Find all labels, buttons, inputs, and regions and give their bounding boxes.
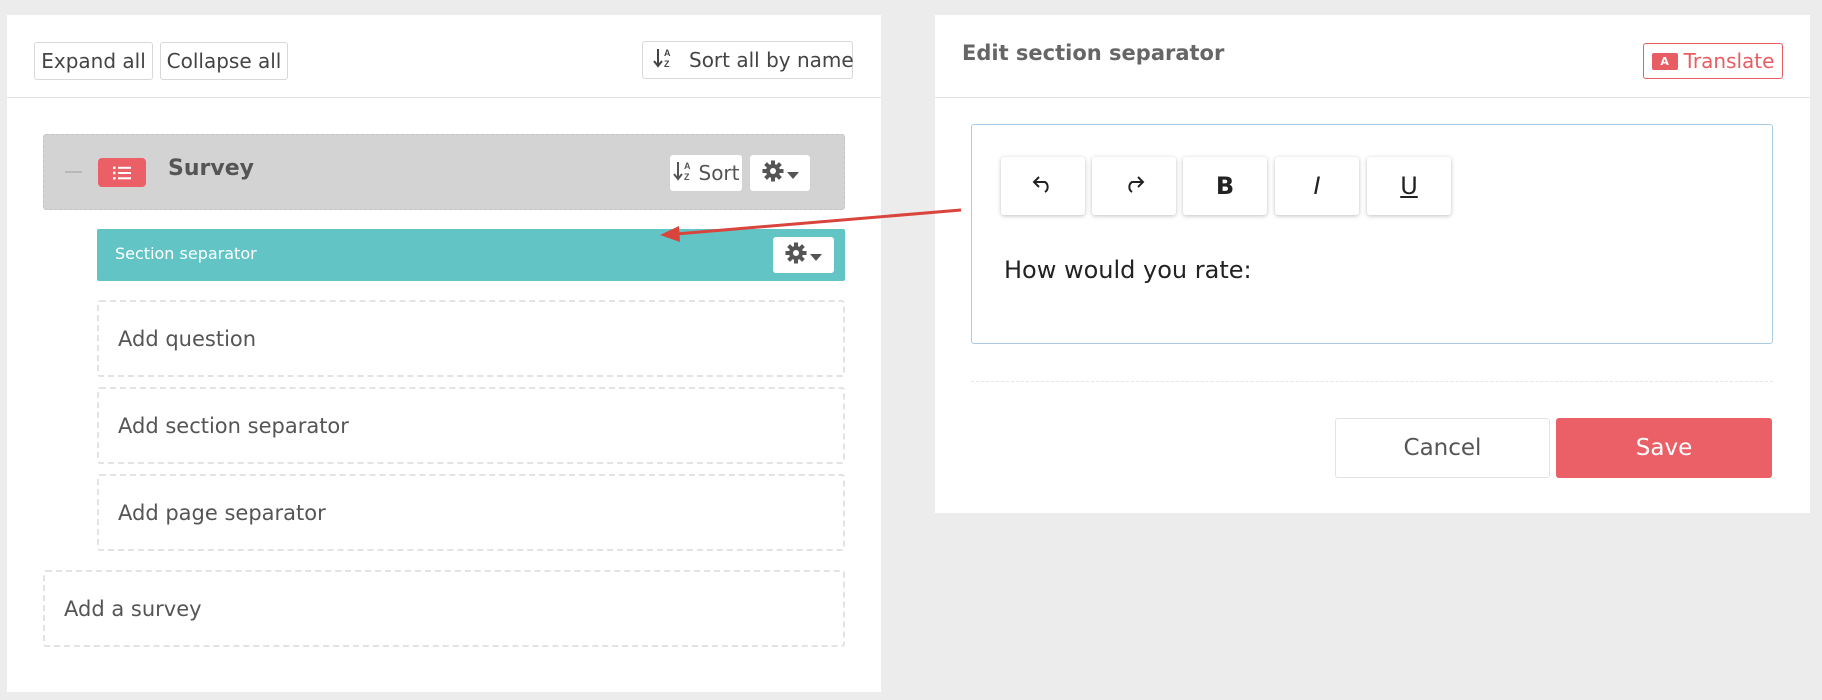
survey-settings-dropdown[interactable] bbox=[750, 155, 810, 191]
survey-row[interactable]: Survey A Z Sort bbox=[43, 134, 845, 210]
translate-button[interactable]: A Translate bbox=[1643, 43, 1783, 79]
svg-text:Z: Z bbox=[664, 59, 670, 69]
section-settings-dropdown[interactable] bbox=[773, 237, 834, 273]
svg-text:A: A bbox=[664, 48, 671, 58]
section-separator-title: Section separator bbox=[115, 244, 257, 263]
gear-icon bbox=[762, 160, 784, 187]
survey-sort-button[interactable]: A Z Sort bbox=[670, 155, 742, 191]
sort-alpha-icon: A Z bbox=[672, 160, 695, 187]
edit-section-separator-panel: Edit section separator A Translate B I U… bbox=[935, 15, 1810, 513]
sort-all-by-name-button[interactable]: A Z Sort all by name bbox=[642, 41, 854, 79]
add-page-separator-button[interactable]: Add page separator bbox=[97, 474, 845, 551]
survey-structure-panel: Expand all Collapse all A Z Sort all by … bbox=[7, 15, 881, 692]
bold-button[interactable]: B bbox=[1183, 157, 1267, 215]
undo-button[interactable] bbox=[1001, 157, 1085, 215]
chevron-down-icon bbox=[786, 161, 799, 185]
survey-title: Survey bbox=[168, 156, 254, 181]
footer-divider bbox=[971, 381, 1773, 382]
svg-text:Z: Z bbox=[684, 172, 690, 182]
add-section-separator-button[interactable]: Add section separator bbox=[97, 387, 845, 464]
survey-sort-label: Sort bbox=[698, 161, 740, 185]
expand-all-button[interactable]: Expand all bbox=[34, 42, 153, 80]
panel-title: Edit section separator bbox=[962, 41, 1225, 65]
underline-button[interactable]: U bbox=[1367, 157, 1451, 215]
section-separator-row[interactable]: Section separator bbox=[97, 229, 845, 281]
chevron-down-icon bbox=[810, 243, 822, 267]
translate-icon: A bbox=[1651, 52, 1678, 70]
translate-label: Translate bbox=[1683, 49, 1775, 73]
rich-text-editor[interactable]: B I U How would you rate: bbox=[971, 124, 1773, 344]
sort-all-label: Sort all by name bbox=[689, 48, 854, 72]
collapse-toggle[interactable] bbox=[65, 171, 82, 173]
svg-text:A: A bbox=[684, 161, 691, 171]
save-button[interactable]: Save bbox=[1556, 418, 1772, 478]
redo-button[interactable] bbox=[1092, 157, 1176, 215]
gear-icon bbox=[785, 242, 807, 269]
add-survey-button[interactable]: Add a survey bbox=[43, 570, 845, 647]
list-icon bbox=[98, 158, 146, 187]
header-divider bbox=[935, 97, 1810, 98]
sort-alpha-icon: A Z bbox=[653, 47, 675, 74]
collapse-all-button[interactable]: Collapse all bbox=[160, 42, 288, 80]
add-question-button[interactable]: Add question bbox=[97, 300, 845, 377]
redo-icon bbox=[1123, 172, 1145, 200]
undo-icon bbox=[1032, 172, 1054, 200]
cancel-button[interactable]: Cancel bbox=[1335, 418, 1550, 478]
structure-toolbar: Expand all Collapse all A Z Sort all by … bbox=[7, 15, 881, 98]
editor-content[interactable]: How would you rate: bbox=[1004, 256, 1252, 284]
italic-button[interactable]: I bbox=[1275, 157, 1359, 215]
